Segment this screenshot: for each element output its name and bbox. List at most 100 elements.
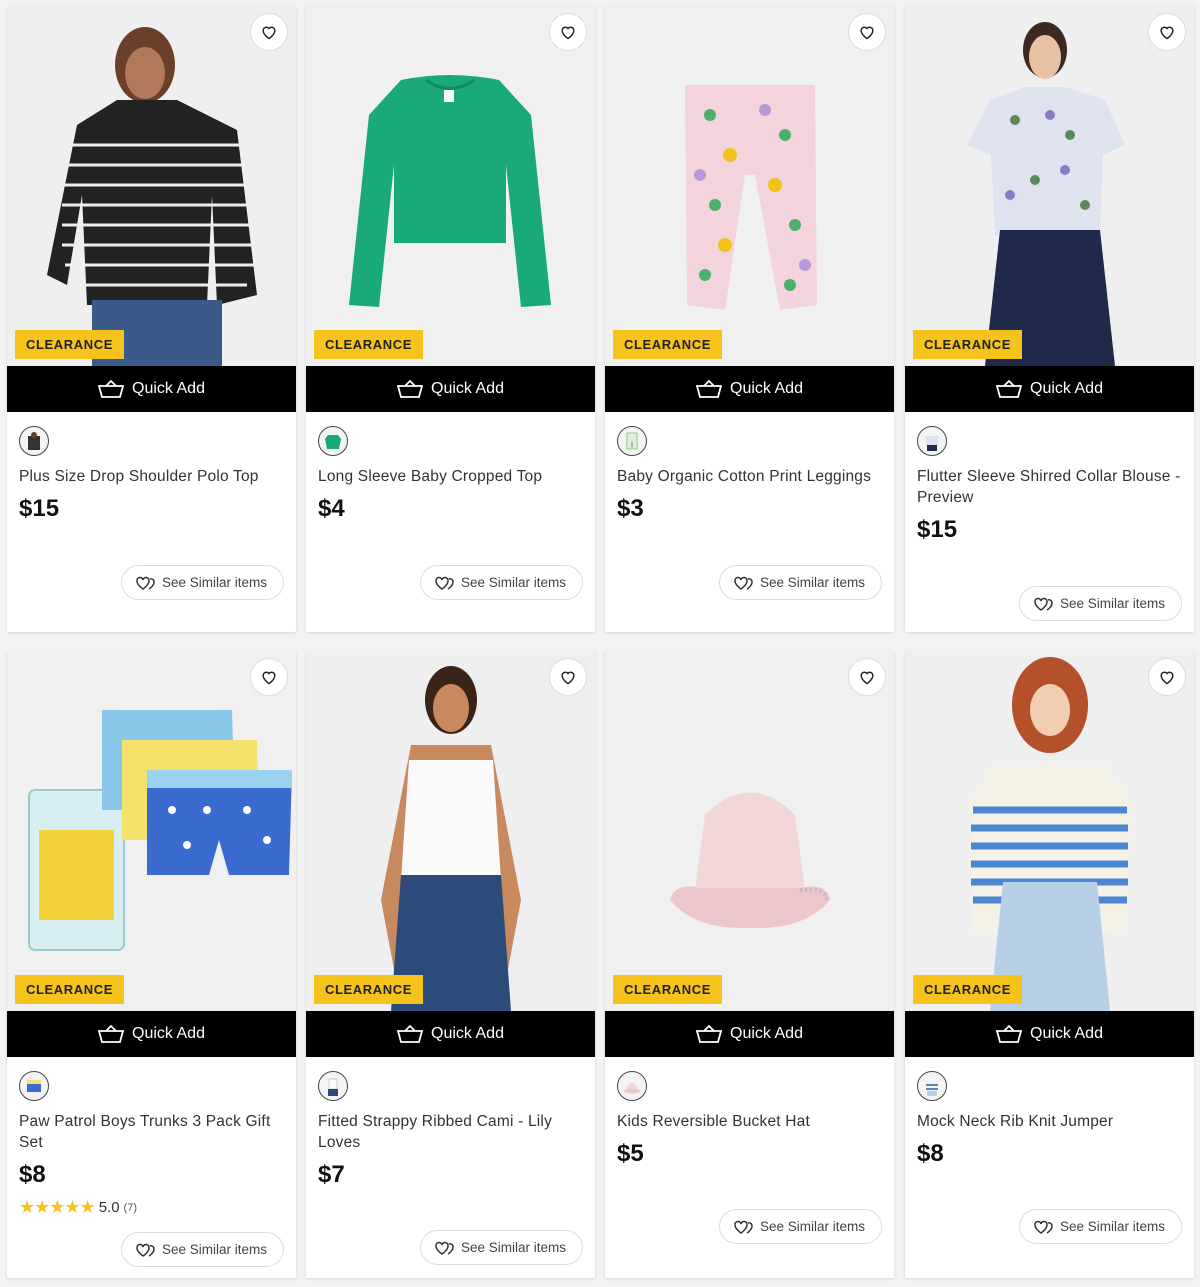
basket-icon bbox=[996, 379, 1023, 398]
product-image[interactable]: CLEARANCE bbox=[7, 5, 296, 366]
see-similar-label: See Similar items bbox=[759, 575, 865, 590]
color-swatch[interactable] bbox=[318, 1071, 348, 1101]
see-similar-button[interactable]: See Similar items bbox=[120, 565, 284, 600]
quick-add-button[interactable]: Quick Add bbox=[306, 366, 595, 412]
product-name[interactable]: Plus Size Drop Shoulder Polo Top bbox=[19, 466, 284, 487]
quick-add-button[interactable]: Quick Add bbox=[7, 366, 296, 412]
review-count[interactable]: (7) bbox=[124, 1202, 137, 1214]
basket-icon bbox=[397, 1024, 424, 1043]
favorite-button[interactable] bbox=[1148, 658, 1186, 696]
favorite-button[interactable] bbox=[848, 13, 886, 51]
product-card[interactable]: CLEARANCE Quick Add Plus Size Drop Shoul… bbox=[7, 5, 296, 632]
see-similar-label: See Similar items bbox=[759, 1219, 865, 1234]
heart-icon bbox=[1160, 671, 1174, 685]
see-similar-button[interactable]: See Similar items bbox=[419, 1230, 583, 1265]
product-image[interactable]: CLEARANCE bbox=[905, 650, 1194, 1011]
product-image[interactable]: CLEARANCE bbox=[605, 5, 894, 366]
product-photo-striped-jumper bbox=[905, 650, 1194, 1011]
product-name[interactable]: Paw Patrol Boys Trunks 3 Pack Gift Set bbox=[19, 1111, 284, 1153]
see-similar-label: See Similar items bbox=[460, 1240, 566, 1255]
quick-add-label: Quick Add bbox=[1030, 1025, 1103, 1042]
basket-icon bbox=[996, 1024, 1023, 1043]
clearance-badge: CLEARANCE bbox=[613, 975, 723, 1004]
similar-hearts-icon bbox=[734, 576, 753, 590]
product-card[interactable]: CLEARANCE Quick Add Mock Neck Rib Knit J… bbox=[905, 650, 1194, 1278]
quick-add-button[interactable]: Quick Add bbox=[7, 1011, 296, 1057]
see-similar-button[interactable]: See Similar items bbox=[419, 565, 583, 600]
basket-icon bbox=[696, 1024, 723, 1043]
color-swatch[interactable] bbox=[917, 426, 947, 456]
see-similar-button[interactable]: See Similar items bbox=[718, 565, 882, 600]
product-image[interactable]: CLEARANCE bbox=[306, 650, 595, 1011]
quick-add-button[interactable]: Quick Add bbox=[306, 1011, 595, 1057]
product-price: $8 bbox=[917, 1140, 944, 1167]
product-photo-bucket-hat bbox=[605, 650, 894, 1011]
product-name[interactable]: Mock Neck Rib Knit Jumper bbox=[917, 1111, 1182, 1132]
swatch-thumbnail bbox=[27, 1080, 41, 1092]
product-info: Paw Patrol Boys Trunks 3 Pack Gift Set $… bbox=[7, 1057, 296, 1218]
product-info: Mock Neck Rib Knit Jumper $8 bbox=[905, 1057, 1194, 1168]
product-price: $15 bbox=[19, 495, 60, 522]
product-name[interactable]: Baby Organic Cotton Print Leggings bbox=[617, 466, 882, 487]
see-similar-label: See Similar items bbox=[161, 575, 267, 590]
heart-icon bbox=[262, 671, 276, 685]
favorite-button[interactable] bbox=[250, 658, 288, 696]
swatch-thumbnail bbox=[328, 1078, 338, 1096]
basket-icon bbox=[98, 1024, 125, 1043]
swatch-thumbnail bbox=[325, 435, 341, 449]
quick-add-label: Quick Add bbox=[132, 1025, 205, 1042]
favorite-button[interactable] bbox=[250, 13, 288, 51]
quick-add-button[interactable]: Quick Add bbox=[905, 366, 1194, 412]
favorite-button[interactable] bbox=[549, 658, 587, 696]
see-similar-button[interactable]: See Similar items bbox=[120, 1232, 284, 1267]
product-name[interactable]: Long Sleeve Baby Cropped Top bbox=[318, 466, 583, 487]
product-grid: CLEARANCE Quick Add Plus Size Drop Shoul… bbox=[0, 0, 1200, 1287]
see-similar-button[interactable]: See Similar items bbox=[1018, 586, 1182, 621]
see-similar-label: See Similar items bbox=[460, 575, 566, 590]
heart-icon bbox=[561, 671, 575, 685]
product-card[interactable]: CLEARANCE Quick Add Kids Reversible Buck… bbox=[605, 650, 894, 1278]
basket-icon bbox=[397, 379, 424, 398]
clearance-badge: CLEARANCE bbox=[15, 975, 125, 1004]
product-card[interactable]: CLEARANCE Quick Add Paw Patrol Boys Trun… bbox=[7, 650, 296, 1278]
product-info: Fitted Strappy Ribbed Cami - Lily Loves … bbox=[306, 1057, 595, 1189]
heart-icon bbox=[262, 26, 276, 40]
product-name[interactable]: Fitted Strappy Ribbed Cami - Lily Loves bbox=[318, 1111, 583, 1153]
color-swatch[interactable] bbox=[617, 426, 647, 456]
rating-stars: ★★★★★ bbox=[19, 1197, 96, 1217]
product-image[interactable]: CLEARANCE bbox=[7, 650, 296, 1011]
product-card[interactable]: CLEARANCE Quick Add Flutter Sleeve Shirr… bbox=[905, 5, 1194, 632]
color-swatch[interactable] bbox=[318, 426, 348, 456]
product-card[interactable]: CLEARANCE Quick Add Long Sleeve Baby Cro… bbox=[306, 5, 595, 632]
rating-value: 5.0 bbox=[98, 1199, 120, 1216]
quick-add-button[interactable]: Quick Add bbox=[605, 366, 894, 412]
product-photo-floral-blouse bbox=[905, 5, 1194, 366]
product-price: $15 bbox=[917, 516, 958, 543]
product-name[interactable]: Kids Reversible Bucket Hat bbox=[617, 1111, 882, 1132]
product-name[interactable]: Flutter Sleeve Shirred Collar Blouse - P… bbox=[917, 466, 1182, 508]
color-swatch[interactable] bbox=[917, 1071, 947, 1101]
quick-add-label: Quick Add bbox=[132, 380, 205, 397]
see-similar-button[interactable]: See Similar items bbox=[1018, 1209, 1182, 1244]
favorite-button[interactable] bbox=[848, 658, 886, 696]
product-card[interactable]: CLEARANCE Quick Add Baby Organic Cotton … bbox=[605, 5, 894, 632]
product-image[interactable]: CLEARANCE bbox=[605, 650, 894, 1011]
product-image[interactable]: CLEARANCE bbox=[905, 5, 1194, 366]
product-photo-green-crop-top bbox=[306, 5, 595, 366]
quick-add-button[interactable]: Quick Add bbox=[905, 1011, 1194, 1057]
color-swatch[interactable] bbox=[19, 426, 49, 456]
product-image[interactable]: CLEARANCE bbox=[306, 5, 595, 366]
product-card[interactable]: CLEARANCE Quick Add Fitted Strappy Ribbe… bbox=[306, 650, 595, 1278]
product-info: Long Sleeve Baby Cropped Top $4 bbox=[306, 412, 595, 523]
clearance-badge: CLEARANCE bbox=[613, 330, 723, 359]
see-similar-button[interactable]: See Similar items bbox=[718, 1209, 882, 1244]
quick-add-label: Quick Add bbox=[730, 380, 803, 397]
favorite-button[interactable] bbox=[549, 13, 587, 51]
see-similar-label: See Similar items bbox=[1059, 596, 1165, 611]
color-swatch[interactable] bbox=[19, 1071, 49, 1101]
product-info: Flutter Sleeve Shirred Collar Blouse - P… bbox=[905, 412, 1194, 544]
favorite-button[interactable] bbox=[1148, 13, 1186, 51]
color-swatch[interactable] bbox=[617, 1071, 647, 1101]
similar-hearts-icon bbox=[136, 1243, 155, 1257]
quick-add-button[interactable]: Quick Add bbox=[605, 1011, 894, 1057]
